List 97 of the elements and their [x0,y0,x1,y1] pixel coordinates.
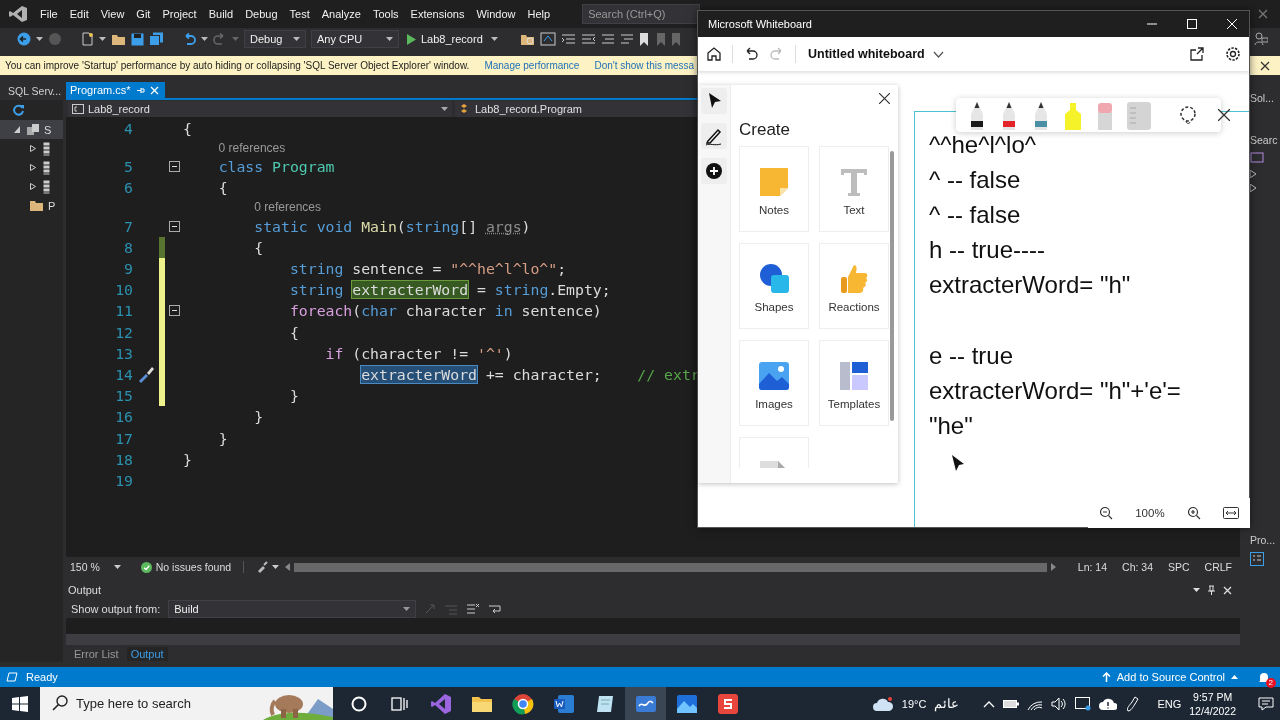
code-line: } [253,408,264,426]
create-option[interactable]: Text [819,146,889,232]
line-number: 7 [123,217,133,235]
line-number: 15 [114,387,133,405]
handwritten-text: extracterWord= "h" [929,270,1131,300]
menu-item[interactable]: Project [156,8,203,20]
output-source-dropdown[interactable]: Build [168,600,417,618]
line-number: 13 [114,344,133,362]
clock[interactable]: 9:57 PM 12/4/2022 [1189,689,1236,718]
menu-item[interactable]: Edit [63,8,95,20]
panel-title: Output [68,584,102,596]
line-number: 9 [123,260,133,278]
board-name-dropdown[interactable]: Untitled whiteboard [806,45,946,63]
line-number: 17 [114,429,133,447]
tool-window-tab[interactable]: Sol... [1250,92,1280,104]
code-line: { [253,238,264,256]
line-number: 14 [114,365,133,383]
tool-window-tab[interactable]: Searc [1250,134,1280,146]
code-line: string sentence = "^^he^l^lo^"; [288,260,567,278]
handwritten-text: extracterWord= "h"+'e'= [929,376,1181,406]
info-message: You can improve 'Startup' performance by auto hiding or collapsing 'SQL Server Object Explorer' window. [5,60,470,71]
line-number: 5 [123,158,133,176]
line-number: 12 [114,323,133,341]
caret-info: CRLF [1204,561,1232,573]
configuration-dropdown[interactable]: Debug [244,30,306,48]
code-line: } [183,450,192,468]
tree-item[interactable]: P [0,196,63,215]
code-line: { [288,323,299,341]
start-button[interactable]: Lab8_record [404,33,486,45]
tool-window-tab[interactable]: Pro... [1250,534,1280,546]
status-text: Ready [26,671,58,683]
menu-item[interactable]: Build [202,8,240,20]
code-line: extracterWord += character; // extr [360,365,700,383]
create-option[interactable]: Templates [819,340,889,426]
zoom-level: 100% [1135,507,1165,519]
handwritten-text: ^ -- false [929,165,1021,195]
code-line: if (character != '^') [324,344,513,362]
handwritten-text: ^ -- false [929,200,1021,230]
output-source-label: Show output from: [71,603,161,615]
input-language[interactable]: ENG [1157,697,1182,710]
zoom-dropdown[interactable]: 150 % [66,561,127,573]
menu-item[interactable]: Tools [366,8,405,20]
line-number: 8 [123,238,133,256]
caret-info: SPC [1168,561,1190,573]
menu-item[interactable]: Help [521,8,557,20]
platform-dropdown[interactable]: Any CPU [311,30,399,48]
menu-item[interactable]: Analyze [315,8,367,20]
weather-temperature[interactable]: 19°C [901,697,927,710]
menu-item[interactable]: Debug [239,8,284,20]
menu-item[interactable]: File [34,8,64,20]
code-lens[interactable]: 0 references [218,140,286,155]
menu-item[interactable]: Git [130,8,157,20]
line-number: 4 [123,120,133,138]
code-line: string extracterWord = string.Empty; [288,281,611,299]
code-lens[interactable]: 0 references [254,200,321,215]
menu-item[interactable]: View [94,8,131,20]
menu-item[interactable]: Extensions [404,8,471,20]
create-option[interactable]: Reactions [819,243,889,329]
line-number: 6 [123,179,133,197]
code-line: class Program [217,158,335,176]
handwritten-text: "he" [929,411,973,441]
code-line: } [217,429,228,447]
code-line: } [288,387,299,405]
notification-badge: 2 [1265,677,1276,688]
weather-condition[interactable]: عائم [934,696,960,711]
menu-item[interactable]: Window [470,8,522,20]
line-number: 18 [114,450,133,468]
source-control-button[interactable]: Add to Source Control [1101,671,1238,683]
line-number: 19 [114,471,133,489]
code-line: foreach(char character in sentence) [288,302,602,320]
search-field[interactable]: Search (Ctrl+Q) [582,4,701,24]
document-tab[interactable]: Program.cs* [66,82,165,98]
caret-info: Ch: 34 [1122,561,1153,573]
line-number: 16 [114,408,133,426]
caret-info: Ln: 14 [1077,561,1108,573]
handwritten-text: e -- true [929,341,1014,371]
create-option[interactable]: Shapes [739,243,809,329]
tree-item[interactable]: S [0,120,63,139]
issues-status[interactable]: No issues found [155,561,232,573]
create-option[interactable]: Images [739,340,809,426]
panel-tab[interactable]: Output [126,646,168,661]
menu-item[interactable]: Test [283,8,316,20]
create-option[interactable]: Notes [739,146,809,232]
line-number: 10 [114,281,133,299]
info-link[interactable]: Don't show this messa [594,60,695,71]
line-number: 11 [114,302,133,320]
code-line: static void Main(string[] args) [253,217,531,235]
code-line: { [183,120,192,138]
window-title: Microsoft Whiteboard [708,18,812,30]
panel-tab[interactable]: Error List [70,646,123,661]
info-link[interactable]: Manage performance [484,60,580,71]
panel-title: Create [739,120,792,140]
code-line: { [217,179,228,197]
project-dropdown[interactable]: Lab8_record [68,100,452,117]
handwritten-text: h -- true---- [929,235,1045,265]
panel-title[interactable]: SQL Serv... [0,82,63,100]
handwritten-text: ^^he^l^lo^ [929,130,1036,160]
